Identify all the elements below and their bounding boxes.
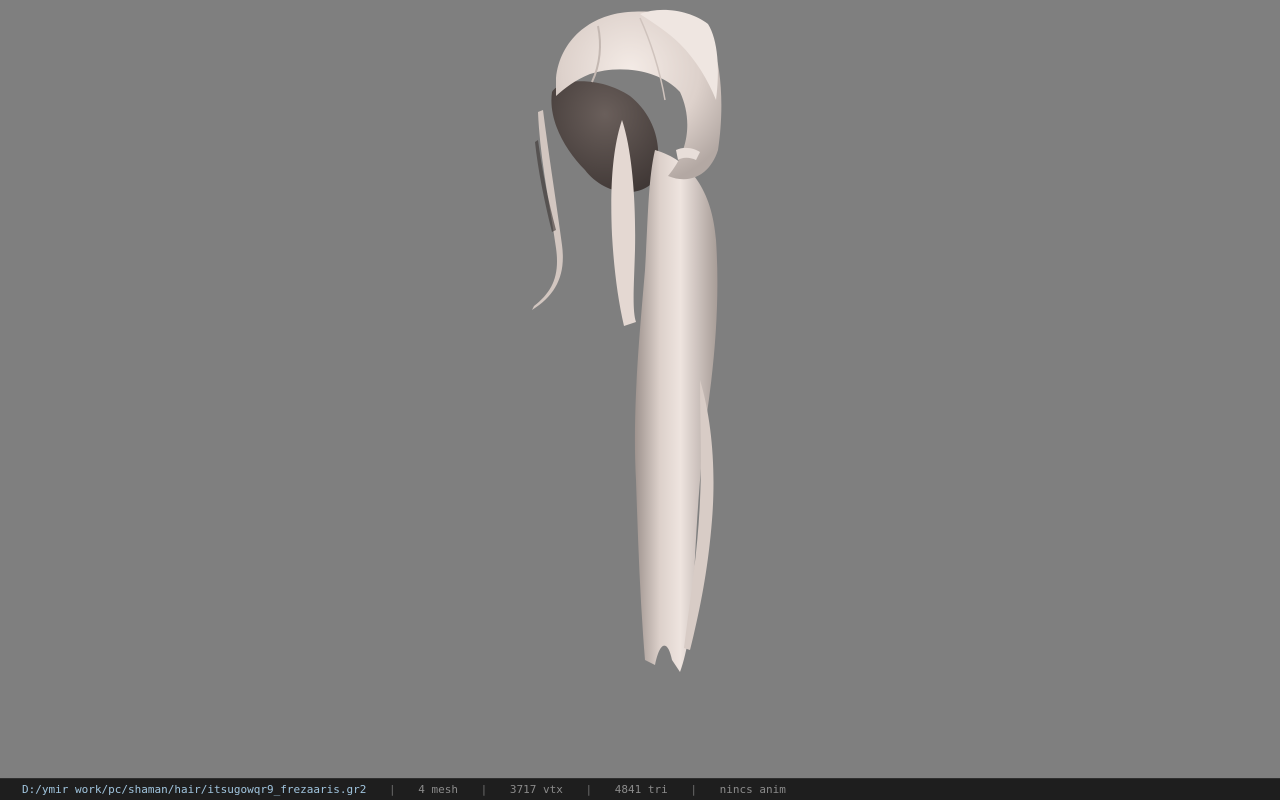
file-path: D:/ymir work/pc/shaman/hair/itsugowqr9_f… xyxy=(22,783,367,796)
status-bar: D:/ymir work/pc/shaman/hair/itsugowqr9_f… xyxy=(0,778,1280,800)
vertex-count: 3717 vtx xyxy=(509,783,563,796)
triangle-count: 4841 tri xyxy=(614,783,668,796)
separator: | xyxy=(480,783,488,796)
mesh-count: 4 mesh xyxy=(418,783,458,796)
separator: | xyxy=(690,783,697,796)
3d-viewport[interactable] xyxy=(0,0,1280,778)
separator: | xyxy=(585,783,593,796)
animation-status: nincs anim xyxy=(719,783,786,796)
separator: | xyxy=(389,783,396,796)
hair-model-render xyxy=(532,9,722,672)
